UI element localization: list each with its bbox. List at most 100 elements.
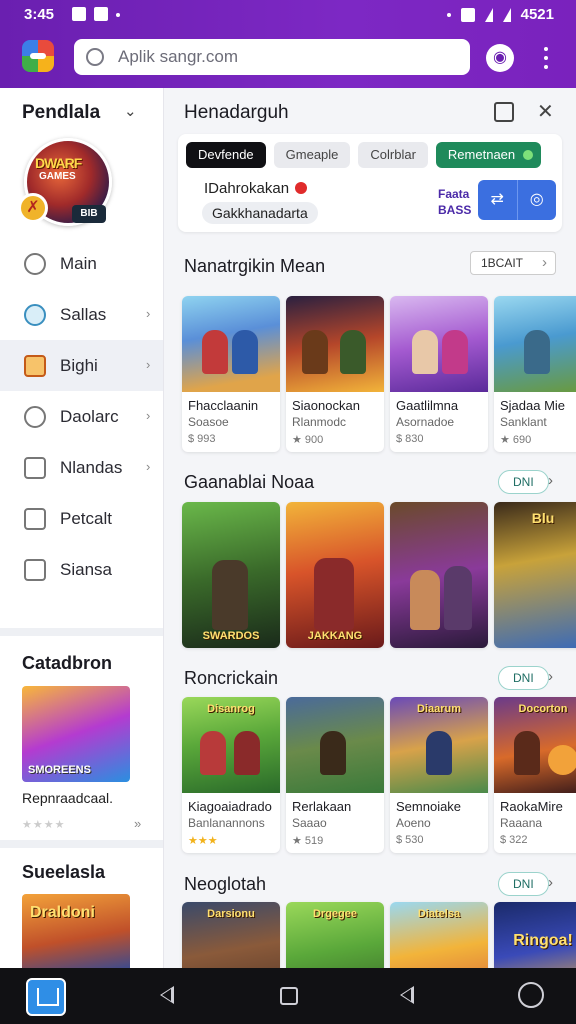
section-more-label: DNI (513, 475, 534, 489)
chip-colrblar[interactable]: Colrblar (358, 142, 428, 168)
chip-devfende[interactable]: Devfende (186, 142, 266, 168)
game-card[interactable]: Drgegee (286, 902, 384, 968)
game-thumbnail: JAKKANG (286, 502, 384, 648)
card-art-label: Blu (531, 510, 555, 526)
chevron-right-icon[interactable]: › (542, 254, 547, 271)
game-card[interactable]: Darsionu (182, 902, 280, 968)
search-input[interactable] (118, 47, 438, 67)
section-more-button[interactable]: DNI (498, 470, 549, 494)
calendar-icon (24, 558, 46, 581)
game-card[interactable] (390, 502, 488, 648)
action-button-group: ⇄ ◎ (478, 180, 556, 220)
section-more-label: 1BCAIT (481, 256, 524, 270)
sidebar-card-name[interactable]: Repnraadcaal. (22, 790, 113, 806)
sidebar-item-bighi[interactable]: Bighi › (0, 340, 163, 391)
battery-level: 4521 (520, 6, 554, 23)
game-card[interactable]: Diaarum Semnoiake Aoeno $ 530 (390, 697, 488, 853)
filter-line-2[interactable]: Gakkhanadarta (202, 202, 318, 224)
wifi-icon (502, 7, 511, 22)
game-rating: ★★★ (182, 830, 280, 853)
game-thumbnail (286, 697, 384, 793)
app-logo-icon[interactable] (22, 40, 54, 72)
chevron-right-icon[interactable]: › (548, 668, 553, 685)
game-thumbnail (494, 296, 576, 392)
game-card[interactable]: Blu (494, 502, 576, 648)
back-icon[interactable] (160, 986, 174, 1004)
chevron-right-icon: › (146, 459, 151, 474)
game-thumbnail: Docorton (494, 697, 576, 793)
game-controller-icon[interactable]: ◉ (486, 44, 514, 72)
chat-icon (24, 507, 46, 530)
game-card[interactable]: Sjadaa Mie Sanklant ★ 690 (494, 296, 576, 452)
section-more-button[interactable]: DNI (498, 666, 549, 690)
gamepad-icon[interactable]: ◎ (518, 180, 557, 220)
more-options-icon[interactable] (540, 44, 552, 72)
game-card[interactable]: Diatelsa (390, 902, 488, 968)
game-subtitle: Soasoe (188, 415, 229, 429)
section-title: Nanatrgikin Mean (184, 256, 326, 276)
sidebar-item-sallas[interactable]: Sallas › (0, 289, 163, 340)
sidebar-section-title: Sueelasla (22, 862, 106, 882)
chevron-right-icon[interactable]: › (548, 874, 553, 891)
game-subtitle: Saaao (292, 816, 327, 830)
sidebar: Pendlala ⌄ DWARF GAMES ✗ BIB Main Sallas… (0, 88, 164, 968)
section-more-button[interactable]: DNI (498, 872, 549, 896)
game-rating: $ 530 (396, 834, 424, 846)
chip-gmeaple[interactable]: Gmeaple (273, 142, 351, 168)
search-person-icon (24, 252, 46, 275)
avatar-subtitle: GAMES (39, 171, 76, 182)
chevron-right-icon[interactable]: › (548, 472, 553, 489)
game-thumbnail (390, 502, 488, 648)
chevron-down-icon[interactable]: ⌄ (124, 102, 137, 120)
game-card[interactable]: Fhacclaanin Soasoe $ 993 (182, 296, 280, 452)
sidebar-section-title: Catadbron (22, 653, 112, 673)
download-icon[interactable] (494, 102, 514, 122)
card-art-label: Draldoni (30, 904, 95, 921)
sidebar-header[interactable]: Pendlala (22, 102, 100, 124)
game-card[interactable]: SWARDOS (182, 502, 280, 648)
recent-apps-icon[interactable] (280, 987, 298, 1005)
pin-icon[interactable]: ✕ (537, 99, 554, 124)
sidebar-item-main[interactable]: Main (0, 238, 163, 289)
chevron-right-icon: › (146, 357, 151, 372)
sidebar-item-label: Petcalt (60, 508, 112, 528)
sidebar-item-daolarc[interactable]: Daolarc › (0, 391, 163, 442)
sidebar-game-card[interactable]: SMOREENS (22, 686, 130, 782)
character-figure (302, 330, 328, 374)
game-card[interactable]: Rerlakaan Saaao ★ 519 (286, 697, 384, 853)
sidebar-item-siansa[interactable]: Siansa (0, 544, 163, 595)
sidebar-game-card[interactable]: Draldoni (22, 894, 130, 968)
game-subtitle: Banlanannons (188, 816, 265, 830)
chip-remetnaen[interactable]: Remetnaen (435, 142, 542, 168)
game-card[interactable]: Gaatlilmna Asornadoe $ 830 (390, 296, 488, 452)
music-icon (24, 405, 46, 428)
game-card[interactable]: Ringoa! (494, 902, 576, 968)
game-rating: ★ 519 (292, 835, 324, 847)
user-icon[interactable] (518, 982, 544, 1008)
section-title: Neoglotah (184, 874, 267, 894)
status-right: 4521 (446, 6, 554, 23)
game-subtitle: Asornadoe (396, 415, 455, 429)
filter-chips: Devfende Gmeaple Colrblar Remetnaen (186, 142, 542, 168)
character-figure (444, 566, 472, 630)
sidebar-item-nlandas[interactable]: Nlandas › (0, 442, 163, 493)
game-card[interactable]: Disanrog Kiagoaiadrado Banlanannons ★★★ (182, 697, 280, 853)
game-card[interactable]: Docorton RaokaMire Raaana $ 322 (494, 697, 576, 853)
character-figure (340, 330, 366, 374)
home-app-icon[interactable] (26, 978, 66, 1016)
game-name: Siaonockan (292, 398, 360, 413)
game-card[interactable]: JAKKANG (286, 502, 384, 648)
share-icon[interactable]: ⇄ (478, 180, 518, 220)
tablet-icon (24, 456, 46, 479)
character-figure (202, 330, 228, 374)
game-row: SWARDOS JAKKANG Blu (182, 502, 576, 648)
game-thumbnail (286, 296, 384, 392)
card-art-label: Diatelsa (417, 908, 461, 920)
back-icon[interactable] (400, 986, 414, 1004)
chevron-double-right-icon[interactable]: » (134, 816, 141, 831)
section-more-label: DNI (513, 671, 534, 685)
main-content: Henadarguh ✕ Devfende Gmeaple Colrblar R… (164, 88, 576, 968)
game-card[interactable]: Siaonockan Rlanmodc ★ 900 (286, 296, 384, 452)
sidebar-item-petcalt[interactable]: Petcalt (0, 493, 163, 544)
search-bar[interactable] (74, 39, 470, 75)
